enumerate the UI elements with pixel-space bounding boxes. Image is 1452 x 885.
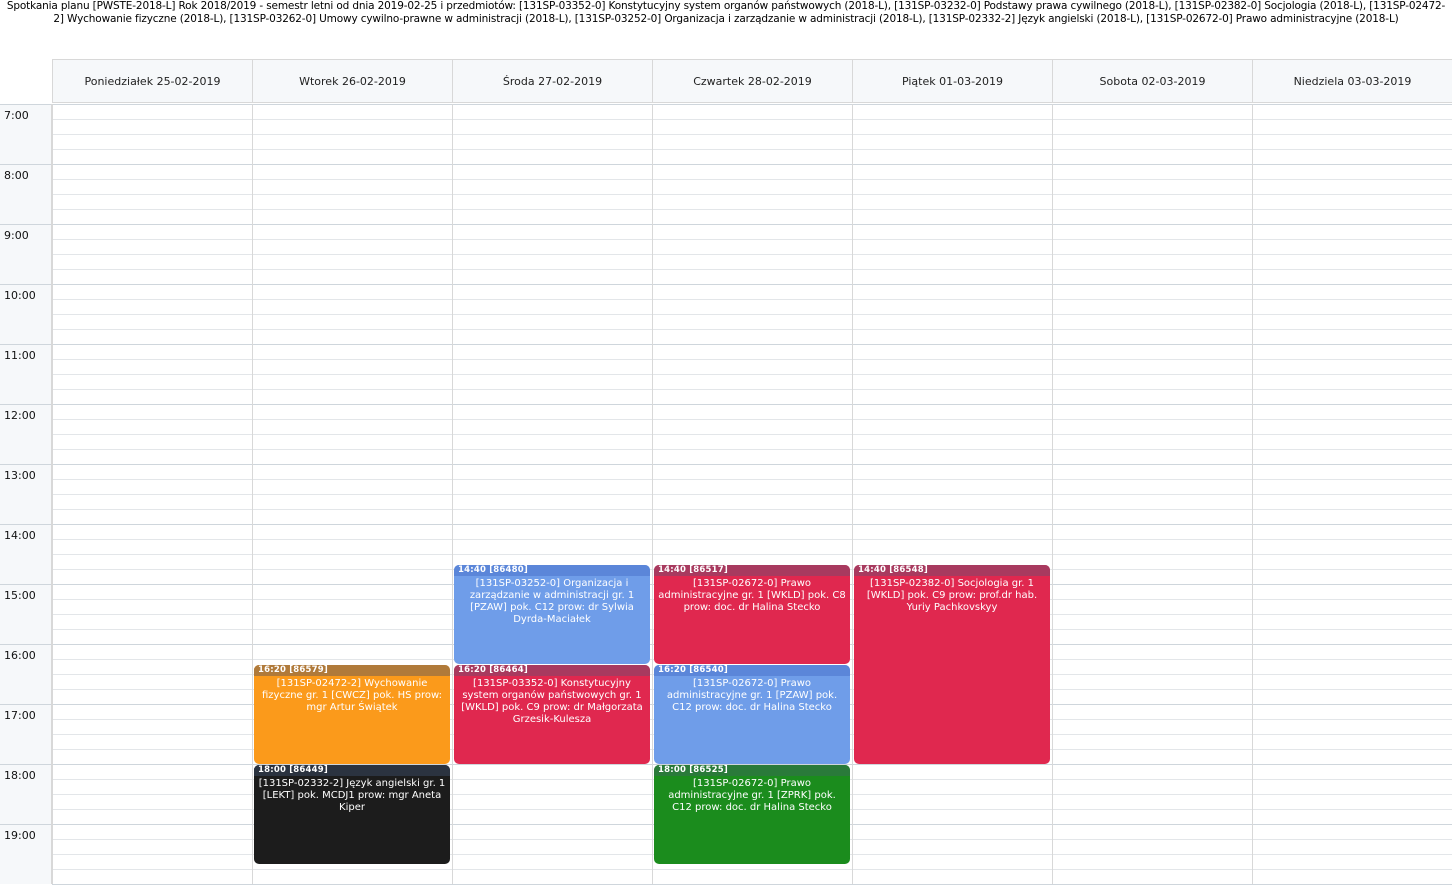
- day-column-divider: [452, 104, 453, 884]
- day-header: Wtorek 26-02-2019: [252, 59, 452, 103]
- hour-label: 17:00: [0, 704, 51, 764]
- hour-label: 15:00: [0, 584, 51, 644]
- grid-line: [52, 524, 1452, 525]
- event-time-header: 16:20 [86464]: [454, 665, 650, 676]
- grid-line: [52, 434, 1452, 435]
- hour-label: 16:00: [0, 644, 51, 704]
- calendar-event[interactable]: 14:40 [86517] [131SP-02672-0] Prawo admin…: [654, 565, 850, 664]
- calendar-event[interactable]: 14:40 [86480] [131SP-03252-0] Organizacja…: [454, 565, 650, 664]
- day-column-divider: [252, 104, 253, 884]
- day-header: Poniedziałek 25-02-2019: [52, 59, 252, 103]
- calendar-grid[interactable]: 14:40 [86480] [131SP-03252-0] Organizacja…: [52, 104, 1452, 885]
- hour-label: 13:00: [0, 464, 51, 524]
- day-column-divider: [852, 104, 853, 884]
- grid-line: [52, 344, 1452, 345]
- grid-line: [52, 209, 1452, 210]
- grid-line: [52, 329, 1452, 330]
- event-description: [131SP-02672-0] Prawo administracyjne gr…: [658, 578, 846, 613]
- event-description: [131SP-03252-0] Organizacja i zarządzani…: [469, 578, 635, 625]
- hour-label: 9:00: [0, 224, 51, 284]
- grid-line: [52, 164, 1452, 165]
- calendar-event[interactable]: 16:20 [86464] [131SP-03352-0] Konstytucyj…: [454, 665, 650, 764]
- grid-line: [52, 479, 1452, 480]
- grid-line: [52, 149, 1452, 150]
- page-title: Spotkania planu [PWSTE-2018-L] Rok 2018/…: [6, 0, 1446, 25]
- grid-line: [52, 284, 1452, 285]
- day-column-divider: [652, 104, 653, 884]
- hour-label: 19:00: [0, 824, 51, 884]
- time-gutter: 7:00 8:00 9:00 10:00 11:00 12:00 13:00 14:00 15:…: [0, 104, 52, 884]
- grid-line: [52, 194, 1452, 195]
- grid-line: [52, 314, 1452, 315]
- hour-label: 14:00: [0, 524, 51, 584]
- calendar-corner: [0, 58, 52, 104]
- grid-line: [52, 449, 1452, 450]
- grid-line: [52, 299, 1452, 300]
- grid-line: [52, 389, 1452, 390]
- grid-line: [52, 119, 1452, 120]
- event-time-header: 14:40 [86480]: [454, 565, 650, 576]
- calendar-event[interactable]: 16:20 [86579] [131SP-02472-2] Wychowanie …: [254, 665, 450, 764]
- calendar-event[interactable]: 18:00 [86525] [131SP-02672-0] Prawo admin…: [654, 765, 850, 864]
- grid-line: [52, 179, 1452, 180]
- day-header: Środa 27-02-2019: [452, 59, 652, 103]
- grid-line: [52, 539, 1452, 540]
- week-calendar: Poniedziałek 25-02-2019 Wtorek 26-02-2019…: [0, 58, 1452, 885]
- grid-line: [52, 509, 1452, 510]
- hour-label: 10:00: [0, 284, 51, 344]
- hour-label: 12:00: [0, 404, 51, 464]
- day-header: Czwartek 28-02-2019: [652, 59, 852, 103]
- event-time-header: 14:40 [86548]: [854, 565, 1050, 576]
- event-time-header: 18:00 [86525]: [654, 765, 850, 776]
- grid-line: [52, 239, 1452, 240]
- day-header: Sobota 02-03-2019: [1052, 59, 1252, 103]
- grid-line: [52, 134, 1452, 135]
- hour-label: 8:00: [0, 164, 51, 224]
- day-column-divider: [1052, 104, 1053, 884]
- grid-line: [52, 269, 1452, 270]
- event-description: [131SP-02672-0] Prawo administracyjne gr…: [668, 778, 836, 813]
- event-description: [131SP-03352-0] Konstytucyjny system org…: [461, 678, 643, 725]
- event-time-header: 16:20 [86579]: [254, 665, 450, 676]
- event-description: [131SP-02672-0] Prawo administracyjne gr…: [666, 678, 838, 713]
- grid-line: [52, 254, 1452, 255]
- calendar-event[interactable]: 18:00 [86449] [131SP-02332-2] Język angie…: [254, 765, 450, 864]
- event-description: [131SP-02472-2] Wychowanie fizyczne gr. …: [261, 678, 443, 713]
- grid-line: [52, 374, 1452, 375]
- hour-label: 11:00: [0, 344, 51, 404]
- grid-line: [52, 464, 1452, 465]
- grid-line: [52, 494, 1452, 495]
- event-time-header: 14:40 [86517]: [654, 565, 850, 576]
- event-description: [131SP-02332-2] Język angielski gr. 1 [L…: [258, 778, 446, 813]
- grid-line: [52, 404, 1452, 405]
- day-column-divider: [52, 104, 53, 884]
- hour-label: 7:00: [0, 104, 51, 164]
- event-time-header: 16:20 [86540]: [654, 665, 850, 676]
- grid-line: [52, 869, 1452, 870]
- calendar-event[interactable]: 14:40 [86548] [131SP-02382-0] Socjologia …: [854, 565, 1050, 764]
- grid-line: [52, 419, 1452, 420]
- day-header: Niedziela 03-03-2019: [1252, 59, 1452, 103]
- grid-line: [52, 224, 1452, 225]
- grid-line: [52, 104, 1452, 105]
- calendar-event[interactable]: 16:20 [86540] [131SP-02672-0] Prawo admin…: [654, 665, 850, 764]
- event-description: [131SP-02382-0] Socjologia gr. 1 [WKLD] …: [866, 578, 1038, 613]
- day-header: Piątek 01-03-2019: [852, 59, 1052, 103]
- hour-label: 18:00: [0, 764, 51, 824]
- grid-line: [52, 359, 1452, 360]
- event-time-header: 18:00 [86449]: [254, 765, 450, 776]
- grid-line: [52, 554, 1452, 555]
- day-column-divider: [1252, 104, 1253, 884]
